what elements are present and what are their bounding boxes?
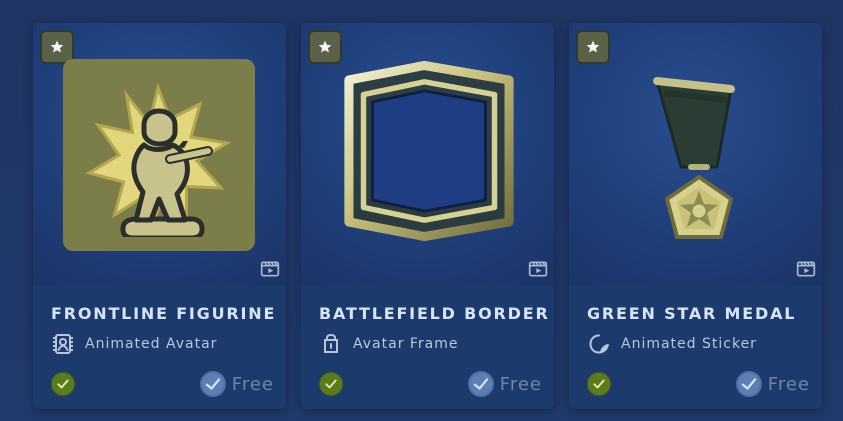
check-icon	[593, 379, 605, 389]
item-type-label: Animated Sticker	[621, 336, 757, 352]
price-label: Free	[767, 373, 810, 395]
item-grid: FRONTLINE FIGURINE Animated Avatar Free …	[33, 23, 822, 409]
avatar-frame-preview	[344, 60, 514, 242]
owned-indicator	[319, 372, 343, 396]
item-type: Avatar Frame	[319, 332, 459, 356]
item-preview[interactable]	[569, 23, 822, 285]
featured-badge	[308, 30, 342, 64]
owned-indicator	[51, 372, 75, 396]
animated-avatar-icon	[53, 334, 73, 354]
video-icon	[528, 261, 548, 277]
avatar-frame-icon	[324, 333, 338, 353]
video-icon	[796, 261, 816, 277]
check-icon	[325, 379, 337, 389]
price-label: Free	[499, 373, 542, 395]
price-label: Free	[231, 373, 274, 395]
coin-check-icon	[205, 378, 220, 390]
item-status-row: Free	[587, 371, 810, 397]
item-type-label: Avatar Frame	[353, 336, 459, 352]
star-icon	[50, 40, 64, 53]
item-title: BATTLEFIELD BORDER	[319, 304, 550, 323]
star-icon	[318, 40, 332, 53]
item-card-battlefield-border[interactable]: BATTLEFIELD BORDER Avatar Frame Free	[301, 23, 554, 409]
coin-check-icon	[741, 378, 756, 390]
item-type-label: Animated Avatar	[85, 336, 218, 352]
item-card-green-star-medal[interactable]: GREEN STAR MEDAL Animated Sticker Free	[569, 23, 822, 409]
coin-check-icon	[473, 378, 488, 390]
animated-sticker-icon	[589, 334, 609, 354]
price[interactable]: Free	[199, 371, 274, 397]
price[interactable]: Free	[735, 371, 810, 397]
soldier-figurine-icon	[120, 108, 213, 237]
item-preview[interactable]	[33, 23, 286, 285]
steam-points-icon	[199, 371, 226, 397]
item-preview[interactable]	[301, 23, 554, 285]
star-icon	[586, 40, 600, 53]
item-details: BATTLEFIELD BORDER Avatar Frame Free	[301, 285, 554, 409]
featured-badge	[576, 30, 610, 64]
medal-sticker-preview	[653, 77, 735, 239]
item-title: FRONTLINE FIGURINE	[51, 304, 277, 323]
item-status-row: Free	[51, 371, 274, 397]
item-status-row: Free	[319, 371, 542, 397]
item-title: GREEN STAR MEDAL	[587, 304, 797, 323]
price[interactable]: Free	[467, 371, 542, 397]
steam-points-icon	[467, 371, 494, 397]
item-card-frontline-figurine[interactable]: FRONTLINE FIGURINE Animated Avatar Free	[33, 23, 286, 409]
owned-indicator	[587, 372, 611, 396]
check-icon	[57, 379, 69, 389]
item-type: Animated Sticker	[587, 332, 757, 356]
item-details: GREEN STAR MEDAL Animated Sticker Free	[569, 285, 822, 409]
video-icon	[260, 261, 280, 277]
item-details: FRONTLINE FIGURINE Animated Avatar Free	[33, 285, 286, 409]
item-type: Animated Avatar	[51, 332, 217, 356]
steam-points-icon	[735, 371, 762, 397]
